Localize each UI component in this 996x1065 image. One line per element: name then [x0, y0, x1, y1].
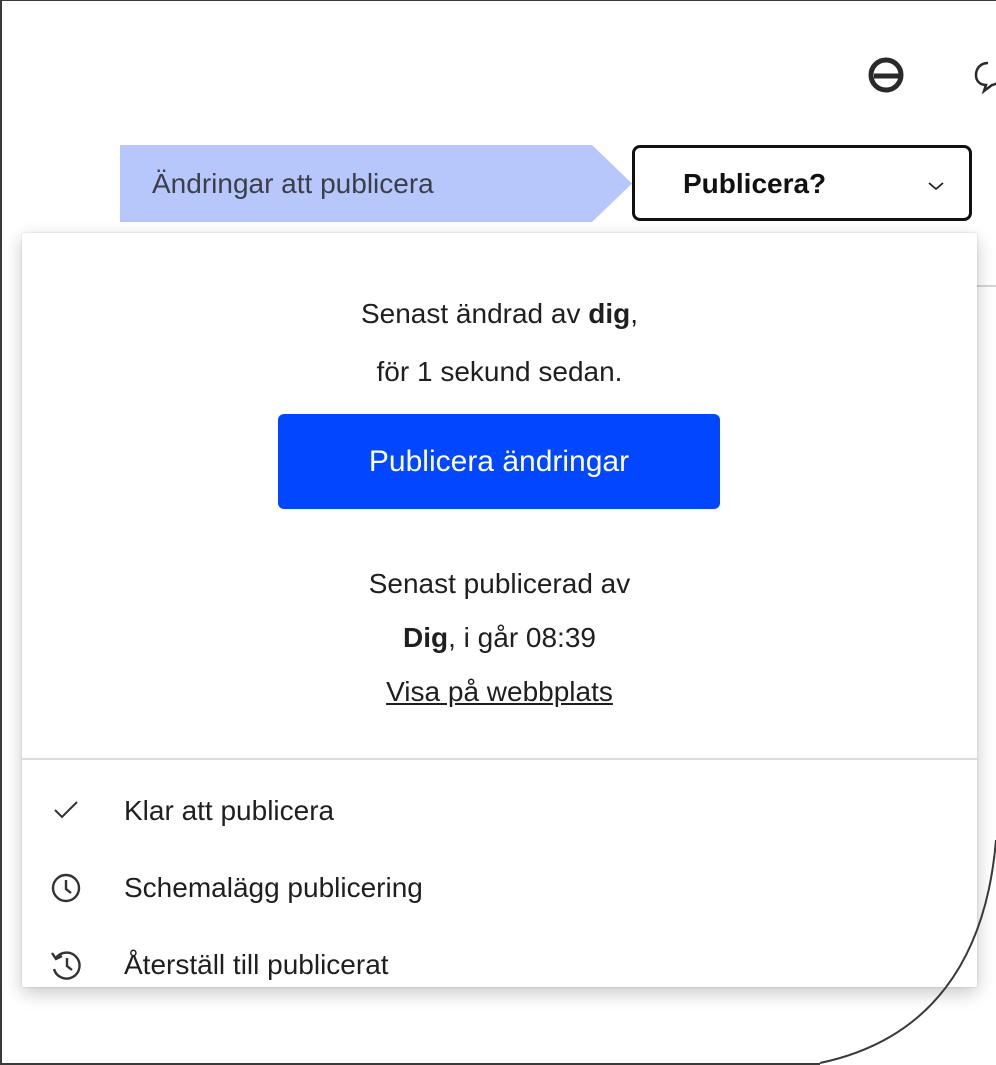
chat-icon[interactable]	[970, 55, 996, 95]
chevron-down-icon	[925, 172, 947, 204]
history-icon	[46, 945, 86, 985]
clock-icon	[46, 868, 86, 908]
menu-item-schedule-publish[interactable]: Schemalägg publicering	[22, 853, 977, 923]
last-published-line2: Dig, i går 08:39	[22, 611, 977, 665]
last-changed-line: Senast ändrad av dig,	[22, 285, 977, 343]
menu-item-revert-to-published[interactable]: Återställ till publicerat	[22, 930, 977, 1000]
popover-divider	[22, 758, 977, 760]
status-badge: Ändringar att publicera	[120, 145, 632, 222]
last-published-time: , i går 08:39	[448, 622, 596, 653]
menu-item-label: Schemalägg publicering	[124, 872, 423, 903]
last-published-line1: Senast publicerad av	[368, 568, 631, 599]
last-published-user: Dig	[403, 622, 449, 653]
check-icon	[46, 791, 86, 831]
publish-dropdown-button[interactable]: Publicera?	[632, 145, 972, 221]
last-changed-prefix: Senast ändrad av	[360, 298, 589, 329]
menu-item-label: Klar att publicera	[124, 795, 335, 826]
publish-dropdown-label: Publicera?	[683, 168, 827, 199]
last-changed-time: för 1 sekund sedan.	[376, 356, 623, 387]
status-label: Ändringar att publicera	[152, 167, 434, 199]
last-changed-suffix: ,	[630, 298, 639, 329]
publish-changes-button[interactable]: Publicera ändringar	[278, 414, 720, 509]
last-published-info: Senast publicerad av Dig, i går 08:39 Vi…	[22, 557, 977, 719]
menu-item-label: Återställ till publicerat	[124, 949, 389, 980]
last-changed-user: dig	[588, 298, 631, 329]
loading-icon[interactable]	[866, 55, 906, 95]
view-on-site-link[interactable]: Visa på webbplats	[386, 676, 613, 707]
publish-popover: Senast ändrad av dig, för 1 sekund sedan…	[22, 233, 977, 987]
menu-item-ready-to-publish[interactable]: Klar att publicera	[22, 776, 977, 846]
last-changed-info: Senast ändrad av dig, för 1 sekund sedan…	[22, 285, 977, 401]
